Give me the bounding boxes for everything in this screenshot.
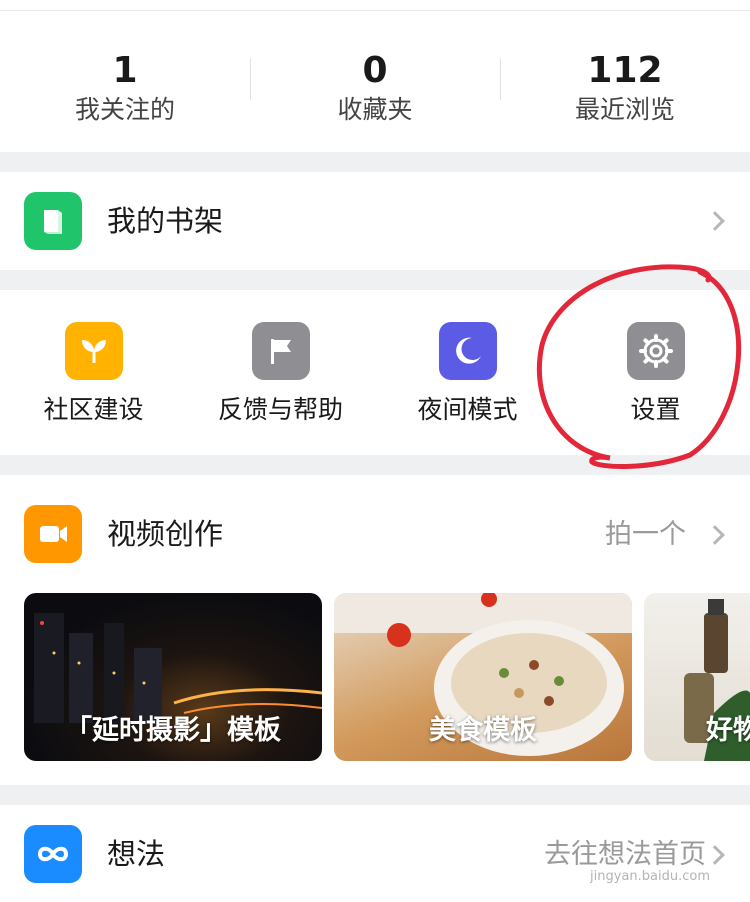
chevron-right-icon bbox=[705, 845, 725, 865]
tool-label: 反馈与帮助 bbox=[217, 395, 343, 424]
stat-value: 0 bbox=[362, 50, 388, 91]
stat-label: 我关注的 bbox=[74, 95, 175, 124]
template-label: 美食模板 bbox=[429, 715, 537, 746]
video-camera-icon bbox=[24, 505, 82, 563]
chevron-right-icon bbox=[705, 211, 725, 231]
stat-label: 最近浏览 bbox=[574, 95, 675, 124]
template-card-goods[interactable]: 好物 bbox=[644, 593, 750, 761]
watermark: jingyan.baidu.com bbox=[590, 869, 710, 884]
tool-label: 设置 bbox=[630, 395, 681, 424]
stat-value: 1 bbox=[112, 50, 138, 91]
tool-label: 夜间模式 bbox=[417, 395, 518, 424]
sprout-icon bbox=[64, 322, 123, 380]
infinity-icon bbox=[24, 825, 82, 883]
template-card-timelapse[interactable]: 「延时摄影」模板 bbox=[24, 593, 322, 761]
book-icon bbox=[24, 192, 82, 250]
tools-section: 社区建设 反馈与帮助 夜间模式 设置 bbox=[0, 290, 750, 455]
video-title: 视频创作 bbox=[107, 517, 224, 551]
ideas-row[interactable]: 想法 去往想法首页 jingyan.baidu.com bbox=[0, 805, 750, 902]
stat-value: 112 bbox=[587, 50, 663, 91]
moon-icon bbox=[438, 322, 497, 380]
tool-settings[interactable]: 设置 bbox=[562, 322, 749, 428]
chevron-right-icon bbox=[705, 525, 725, 545]
ideas-title: 想法 bbox=[107, 837, 166, 871]
template-label: 好物 bbox=[706, 715, 750, 746]
bookshelf-title: 我的书架 bbox=[107, 204, 224, 238]
tool-feedback[interactable]: 反馈与帮助 bbox=[187, 322, 374, 428]
tool-community[interactable]: 社区建设 bbox=[0, 322, 187, 428]
tool-night-mode[interactable]: 夜间模式 bbox=[374, 322, 561, 428]
video-section: 视频创作 拍一个 「延时摄影」模板 美食模板 好物 bbox=[0, 475, 750, 785]
tool-label: 社区建设 bbox=[43, 395, 144, 424]
stat-recent[interactable]: 112 最近浏览 bbox=[500, 50, 750, 128]
gear-icon bbox=[626, 322, 685, 380]
template-label: 「延时摄影」模板 bbox=[65, 715, 281, 746]
video-action[interactable]: 拍一个 bbox=[605, 515, 686, 555]
stat-favorites[interactable]: 0 收藏夹 bbox=[250, 50, 500, 128]
bookshelf-row[interactable]: 我的书架 bbox=[0, 172, 750, 270]
stat-label: 收藏夹 bbox=[337, 95, 413, 124]
template-card-food[interactable]: 美食模板 bbox=[334, 593, 632, 761]
stat-following[interactable]: 1 我关注的 bbox=[0, 50, 250, 128]
flag-icon bbox=[251, 322, 310, 380]
stats-section: 1 我关注的 0 收藏夹 112 最近浏览 bbox=[0, 0, 750, 152]
divider bbox=[0, 10, 750, 11]
